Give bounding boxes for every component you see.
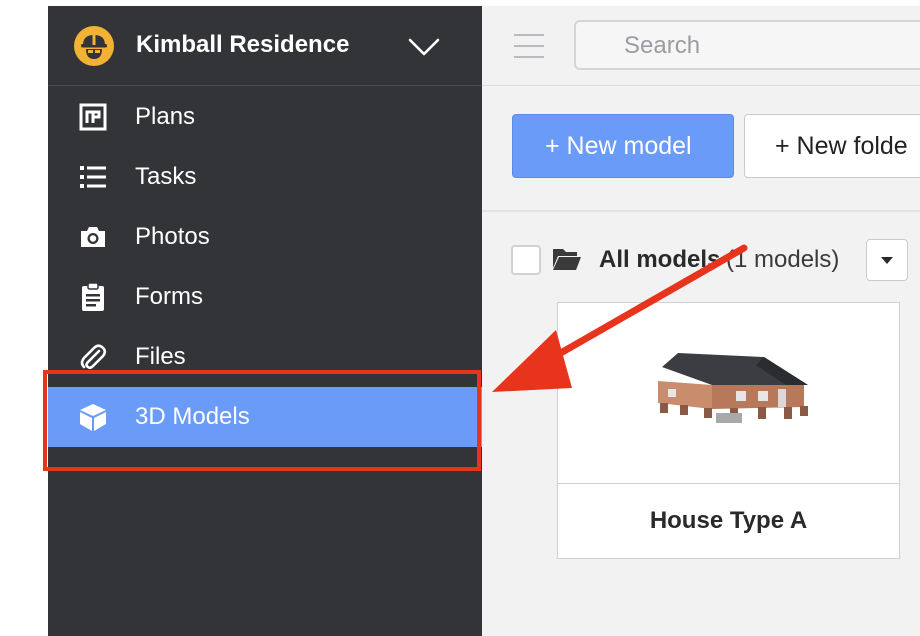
select-all-checkbox[interactable] — [511, 245, 541, 275]
sidebar-item-tasks[interactable]: Tasks — [48, 147, 482, 207]
model-name: House Type A — [649, 507, 808, 534]
house-model-image — [658, 353, 808, 423]
list-icon — [78, 163, 108, 191]
paperclip-icon — [78, 343, 108, 371]
caret-down-icon — [881, 257, 893, 264]
annotation-highlight-box — [43, 370, 481, 471]
hamburger-menu-icon[interactable] — [514, 34, 544, 58]
sidebar-item-plans[interactable]: Plans — [48, 87, 482, 147]
project-switcher[interactable]: Kimball Residence — [48, 6, 482, 86]
folder-open-icon — [553, 249, 581, 270]
sidebar-item-label: Files — [135, 343, 186, 370]
chevron-down-icon[interactable] — [408, 37, 440, 57]
sidebar-item-label: Photos — [135, 223, 210, 250]
search-placeholder: Search — [624, 32, 701, 59]
new-folder-label: + New folde — [775, 132, 908, 160]
camera-icon — [78, 223, 108, 251]
clipboard-icon — [78, 282, 108, 311]
sidebar-item-label: Forms — [135, 283, 203, 310]
sidebar: Kimball Residence Plans Tasks Photos For… — [48, 6, 482, 636]
plans-icon — [78, 103, 108, 131]
new-folder-button[interactable]: + New folde — [744, 114, 920, 178]
folder-count: (1 models) — [726, 246, 840, 273]
new-model-button[interactable]: + New model — [512, 114, 734, 178]
main-content: Search + New model + New folde All model… — [482, 6, 920, 636]
search-input[interactable]: Search — [574, 20, 920, 70]
sidebar-item-forms[interactable]: Forms — [48, 267, 482, 327]
model-thumbnail — [558, 303, 899, 484]
sidebar-item-label: Plans — [135, 103, 196, 130]
sidebar-item-label: Tasks — [135, 163, 197, 190]
folder-options-dropdown[interactable] — [866, 239, 908, 281]
hardhat-worker-icon — [74, 26, 114, 66]
top-bar: Search — [482, 6, 920, 86]
model-card[interactable]: House Type A — [557, 302, 900, 559]
new-model-label: + New model — [545, 132, 692, 160]
folder-header: All models (1 models) — [482, 238, 920, 284]
project-name: Kimball Residence — [136, 31, 350, 58]
toolbar: + New model + New folde — [482, 86, 920, 212]
sidebar-item-photos[interactable]: Photos — [48, 207, 482, 267]
folder-title: All models — [599, 246, 721, 273]
